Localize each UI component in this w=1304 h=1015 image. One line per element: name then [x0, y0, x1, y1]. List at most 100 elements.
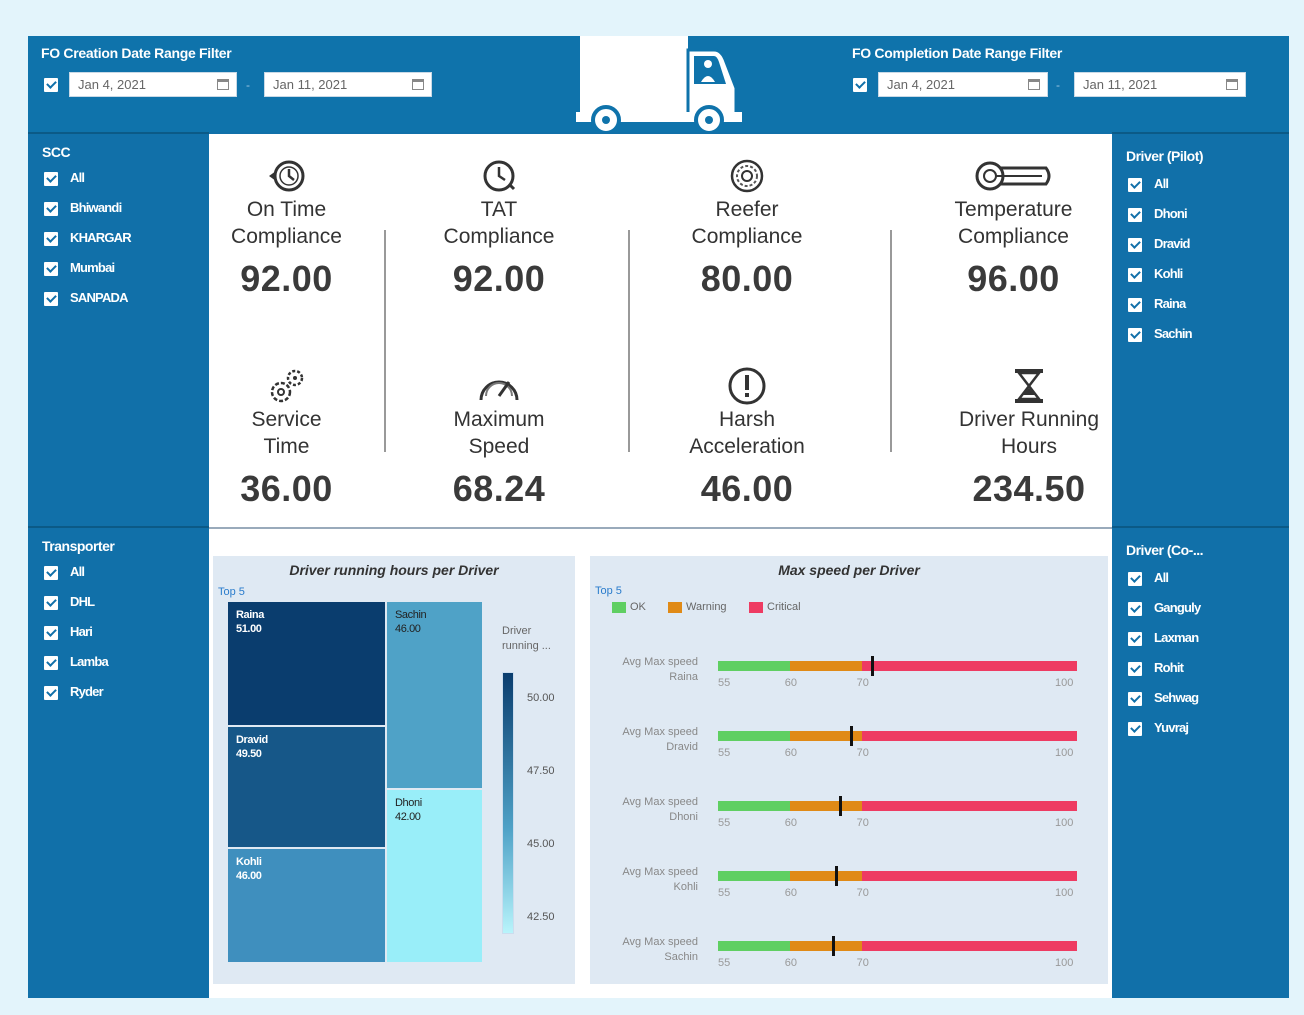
driver-pilot-checkbox[interactable] [1128, 298, 1142, 312]
treemap-color-legend [502, 672, 514, 934]
driver-pilot-checkbox[interactable] [1128, 268, 1142, 282]
transporter-item-label[interactable]: Ryder [70, 684, 104, 699]
creation-to-date-input[interactable]: Jan 11, 2021 [264, 72, 432, 97]
bullet-value-marker[interactable] [849, 726, 853, 746]
bullet-row-measure-label: Avg Max speed [622, 936, 698, 948]
scc-item-label[interactable]: SANPADA [70, 290, 129, 305]
range-separator: - [1056, 78, 1060, 92]
bullet-tick-label: 60 [784, 957, 798, 969]
bullet-critical-range [861, 871, 1077, 881]
treemap-cell-name: Dravid [236, 734, 268, 746]
driver-co-item-label[interactable]: Ganguly [1154, 600, 1201, 615]
transporter-item-label[interactable]: Hari [70, 624, 93, 639]
treemap-title: Driver running hours per Driver [289, 562, 499, 578]
driver-co-item-label[interactable]: All [1154, 570, 1169, 585]
kpi-label: Compliance [958, 225, 1069, 248]
driver-co-checkbox[interactable] [1128, 602, 1142, 616]
bullet-tick-label: 100 [1055, 817, 1074, 829]
bullet-value-marker[interactable] [831, 936, 835, 956]
completion-from-date-input[interactable]: Jan 4, 2021 [878, 72, 1048, 97]
driver-pilot-item-label[interactable]: Kohli [1154, 266, 1183, 281]
scc-checkbox[interactable] [44, 202, 58, 216]
bullet-value-marker[interactable] [871, 656, 875, 676]
driver-co-item-label[interactable]: Sehwag [1154, 690, 1199, 705]
transporter-checkbox[interactable] [44, 686, 58, 700]
treemap-cell[interactable]: Kohli 46.00 [227, 848, 386, 963]
calendar-icon[interactable] [412, 79, 424, 90]
driver-pilot-item-label[interactable]: Dravid [1154, 236, 1190, 251]
bullet-value-marker[interactable] [839, 796, 843, 816]
calendar-icon[interactable] [217, 79, 229, 90]
transporter-checkbox[interactable] [44, 566, 58, 580]
bullet-warning-range [789, 661, 862, 671]
treemap-cell-name: Raina [236, 609, 264, 621]
kpi-card: Temperature Compliance 96.00 [926, 156, 1101, 300]
driver-co-item-label[interactable]: Yuvraj [1154, 720, 1189, 735]
transporter-checkbox[interactable] [44, 656, 58, 670]
scc-title: SCC [42, 144, 71, 160]
driver-co-checkbox[interactable] [1128, 572, 1142, 586]
driver-pilot-checkbox[interactable] [1128, 208, 1142, 222]
driver-pilot-item-label[interactable]: Raina [1154, 296, 1186, 311]
driver-pilot-item-label[interactable]: Dhoni [1154, 206, 1188, 221]
driver-co-title: Driver (Co-... [1126, 542, 1204, 558]
kpi-label: Maximum [453, 408, 545, 431]
creation-from-date-input[interactable]: Jan 4, 2021 [69, 72, 237, 97]
driver-co-checkbox[interactable] [1128, 662, 1142, 676]
bullet-row-driver-label: Dravid [666, 741, 698, 753]
completion-to-date-input[interactable]: Jan 11, 2021 [1074, 72, 1246, 97]
treemap-cell[interactable]: Dravid 49.50 [227, 726, 386, 848]
treemap-cell[interactable]: Dhoni 42.00 [386, 789, 483, 963]
kpi-value: 46.00 [700, 468, 794, 509]
calendar-icon[interactable] [1028, 79, 1040, 90]
scc-item-label[interactable]: KHARGAR [70, 230, 132, 245]
scc-checkbox[interactable] [44, 292, 58, 306]
bullet-chart-panel: Max speed per Driver Top 5 OK Warning Cr… [590, 556, 1108, 984]
kpi-label: Speed [468, 435, 530, 458]
scc-checkbox[interactable] [44, 262, 58, 276]
treemap-top5-label[interactable]: Top 5 [218, 586, 245, 598]
treemap-cell[interactable]: Sachin 46.00 [386, 601, 483, 789]
kpi-label: Harsh [718, 408, 776, 431]
thermometer-icon [926, 156, 1101, 196]
driver-pilot-filter-panel: Driver (Pilot) All Dhoni Dravid Kohli Raina S… [1112, 134, 1289, 526]
transporter-item-label[interactable]: All [70, 564, 85, 579]
driver-co-item-label[interactable]: Rohit [1154, 660, 1184, 675]
driver-pilot-item-label[interactable]: All [1154, 176, 1169, 191]
driver-co-checkbox[interactable] [1128, 722, 1142, 736]
transporter-item-label[interactable]: Lamba [70, 654, 109, 669]
truck-icon [576, 36, 742, 132]
driver-co-checkbox[interactable] [1128, 692, 1142, 706]
driver-co-item-label[interactable]: Laxman [1154, 630, 1199, 645]
scc-item-label[interactable]: Bhiwandi [70, 200, 122, 215]
driver-pilot-item-label[interactable]: Sachin [1154, 326, 1193, 341]
driver-pilot-checkbox[interactable] [1128, 178, 1142, 192]
scc-checkbox[interactable] [44, 172, 58, 186]
bullet-row: Avg Max speed Sachin 55 60 70 100 [590, 931, 1108, 991]
treemap-cell[interactable]: Raina 51.00 [227, 601, 386, 726]
bullet-value-marker[interactable] [835, 866, 839, 886]
bullet-top5-label[interactable]: Top 5 [595, 585, 622, 597]
treemap-legend-tick: 42.50 [527, 911, 555, 923]
scc-item-label[interactable]: Mumbai [70, 260, 115, 275]
driver-pilot-checkbox[interactable] [1128, 238, 1142, 252]
bullet-row-label: Avg Max speed Dhoni [622, 795, 698, 825]
kpi-label: Reefer [715, 198, 779, 221]
driver-pilot-checkbox[interactable] [1128, 328, 1142, 342]
transporter-checkbox[interactable] [44, 596, 58, 610]
transporter-checkbox[interactable] [44, 626, 58, 640]
bullet-ok-range [718, 661, 790, 671]
creation-filter-checkbox[interactable] [44, 78, 58, 92]
legend-critical-swatch [749, 601, 763, 613]
completion-filter-checkbox[interactable] [853, 78, 867, 92]
bullet-ok-range [718, 801, 790, 811]
scc-item-label[interactable]: All [70, 170, 85, 185]
hourglass-icon [946, 366, 1112, 406]
transporter-item-label[interactable]: DHL [70, 594, 95, 609]
calendar-icon[interactable] [1226, 79, 1238, 90]
bullet-row: Avg Max speed Dravid 55 60 70 100 [590, 721, 1108, 781]
kpi-label: Driver Running [958, 408, 1100, 431]
legend-critical-label: Critical [767, 601, 801, 613]
scc-checkbox[interactable] [44, 232, 58, 246]
driver-co-checkbox[interactable] [1128, 632, 1142, 646]
